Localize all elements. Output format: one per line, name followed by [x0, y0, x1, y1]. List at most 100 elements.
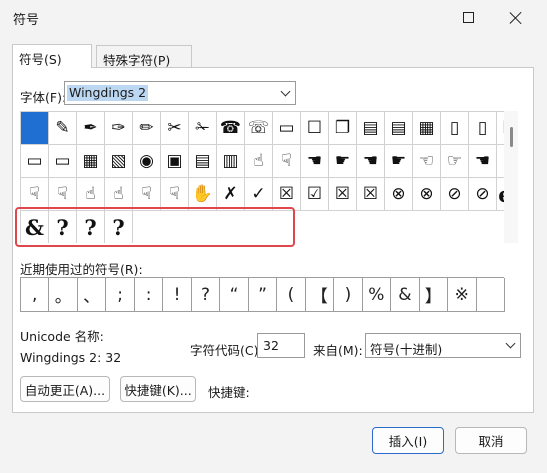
font-select[interactable]: Wingdings 2: [64, 81, 296, 105]
symbol-cell[interactable]: ✋: [189, 178, 217, 211]
recent-symbols-label: 近期使用过的符号(R):: [20, 262, 143, 277]
symbol-cell[interactable]: ▦: [413, 112, 441, 145]
symbol-cell[interactable]: ☚: [357, 145, 385, 178]
symbol-cell[interactable]: ▯: [441, 112, 469, 145]
symbol-cell[interactable]: ☛: [329, 145, 357, 178]
symbol-cell[interactable]: ?: [105, 211, 133, 243]
recent-symbols-grid: ,。、;:!? “”(【)% &】 ※: [20, 277, 505, 312]
autocorrect-button[interactable]: 自动更正(A)...: [20, 376, 110, 402]
symbol-cell[interactable]: ✎: [49, 112, 77, 145]
symbol-cell[interactable]: ▭: [49, 145, 77, 178]
symbol-cell[interactable]: ☟: [273, 145, 301, 178]
symbol-cell[interactable]: ▤: [357, 112, 385, 145]
recent-symbol-cell[interactable]: %: [362, 278, 392, 312]
cancel-button[interactable]: 取消: [455, 427, 527, 454]
recent-symbol-cell[interactable]: &: [391, 278, 420, 312]
recent-symbol-cell[interactable]: ”: [248, 278, 278, 312]
recent-symbol-cell[interactable]: 、: [77, 278, 107, 312]
recent-symbol-cell[interactable]: ): [334, 278, 363, 312]
symbol-cell[interactable]: ✓: [245, 178, 273, 211]
maximize-button[interactable]: [454, 4, 482, 30]
tab-symbols[interactable]: 符号(S): [12, 44, 92, 68]
font-dropdown-button[interactable]: [275, 82, 295, 104]
symbol-cell[interactable]: ☛: [497, 145, 504, 178]
symbol-cell[interactable]: [21, 112, 49, 145]
symbol-cell[interactable]: ☚: [301, 145, 329, 178]
symbol-cell[interactable]: ✁: [189, 112, 217, 145]
char-code-input[interactable]: 32: [257, 333, 305, 358]
chevron-down-icon: [505, 338, 515, 349]
symbol-cell[interactable]: ✑: [105, 112, 133, 145]
recent-symbol-cell[interactable]: ,: [21, 278, 50, 312]
symbol-cell[interactable]: ?: [77, 211, 105, 243]
title-bar: 符号: [0, 0, 547, 34]
symbol-cell[interactable]: ✏: [133, 112, 161, 145]
symbol-cell[interactable]: ☝: [77, 178, 105, 211]
symbol-cell[interactable]: ✗: [217, 178, 245, 211]
tab-special-characters[interactable]: 特殊字符(P): [96, 45, 192, 68]
recent-symbol-cell[interactable]: “: [220, 278, 249, 312]
symbol-cell[interactable]: ☝: [245, 145, 273, 178]
window-title: 符号: [13, 13, 40, 28]
from-value: 符号(十进制): [370, 342, 443, 357]
symbol-cell[interactable]: ☒: [273, 178, 301, 211]
recent-symbol-cell[interactable]: ;: [106, 278, 135, 312]
recent-symbol-cell[interactable]: [476, 278, 505, 312]
symbol-cell[interactable]: ▥: [217, 145, 245, 178]
symbol-cell[interactable]: ☟: [161, 178, 189, 211]
symbol-cell[interactable]: ▤: [385, 112, 413, 145]
from-label: 来自(M):: [313, 343, 363, 358]
symbol-cell[interactable]: &: [21, 211, 49, 243]
symbol-cell[interactable]: ❐: [497, 112, 504, 145]
close-button[interactable]: [501, 4, 529, 30]
from-dropdown-button[interactable]: [500, 334, 520, 357]
symbol-cell[interactable]: ☒: [329, 178, 357, 211]
close-icon: [509, 11, 522, 24]
unicode-name-value: Wingdings 2: 32: [20, 350, 122, 365]
symbol-cell[interactable]: ▣: [161, 145, 189, 178]
scrollbar-thumb[interactable]: [510, 127, 513, 147]
symbol-cell[interactable]: ☝: [105, 178, 133, 211]
recent-symbol-cell[interactable]: 】: [419, 278, 449, 312]
symbol-cell[interactable]: ⊗: [413, 178, 441, 211]
symbol-cell[interactable]: ✒: [77, 112, 105, 145]
symbol-cell[interactable]: ▯: [469, 112, 497, 145]
recent-symbol-cell[interactable]: (: [277, 278, 306, 312]
symbol-grid: ✎✒✑✏✂✁☎☏▭☐❐▤▤▦▯▯❐▮▥▭▭▦▧◉▣▤▥☝☟☚☛☚☛☜☞☚☛☝☝☟…: [20, 111, 504, 243]
symbol-cell[interactable]: ▭: [273, 112, 301, 145]
symbol-cell[interactable]: ☐: [301, 112, 329, 145]
symbol-cell[interactable]: ☚: [469, 145, 497, 178]
recent-symbol-cell[interactable]: !: [163, 278, 192, 312]
symbol-cell[interactable]: ☛: [385, 145, 413, 178]
font-value: Wingdings 2: [67, 85, 149, 101]
symbol-cell[interactable]: ☟: [133, 178, 161, 211]
symbol-cell[interactable]: ◉: [133, 145, 161, 178]
symbol-cell[interactable]: ☟: [49, 178, 77, 211]
symbol-cell[interactable]: ☏: [245, 112, 273, 145]
insert-button[interactable]: 插入(I): [372, 427, 444, 454]
recent-symbol-cell[interactable]: :: [134, 278, 164, 312]
symbol-cell[interactable]: ▧: [105, 145, 133, 178]
symbol-cell[interactable]: ☑: [301, 178, 329, 211]
symbol-cell[interactable]: ❐: [329, 112, 357, 145]
symbol-cell[interactable]: ☞: [441, 145, 469, 178]
symbol-cell[interactable]: ☟: [21, 178, 49, 211]
symbol-cell[interactable]: er: [497, 178, 504, 211]
symbol-cell[interactable]: ☜: [413, 145, 441, 178]
symbol-cell[interactable]: ▦: [77, 145, 105, 178]
recent-symbol-cell[interactable]: 【: [305, 278, 335, 312]
symbol-cell[interactable]: ⊗: [385, 178, 413, 211]
symbol-cell[interactable]: ⊘: [469, 178, 497, 211]
symbol-cell[interactable]: ?: [49, 211, 77, 243]
from-select[interactable]: 符号(十进制): [365, 333, 521, 358]
symbol-cell[interactable]: ⊘: [441, 178, 469, 211]
shortcut-key-button[interactable]: 快捷键(K)...: [120, 376, 196, 402]
recent-symbol-cell[interactable]: ?: [191, 278, 221, 312]
recent-symbol-cell[interactable]: ※: [448, 278, 477, 312]
symbol-cell[interactable]: ✂: [161, 112, 189, 145]
symbol-cell[interactable]: ☒: [357, 178, 385, 211]
symbol-cell[interactable]: ☎: [217, 112, 245, 145]
symbol-cell[interactable]: ▤: [189, 145, 217, 178]
recent-symbol-cell[interactable]: 。: [49, 278, 78, 312]
symbol-cell[interactable]: ▭: [21, 145, 49, 178]
